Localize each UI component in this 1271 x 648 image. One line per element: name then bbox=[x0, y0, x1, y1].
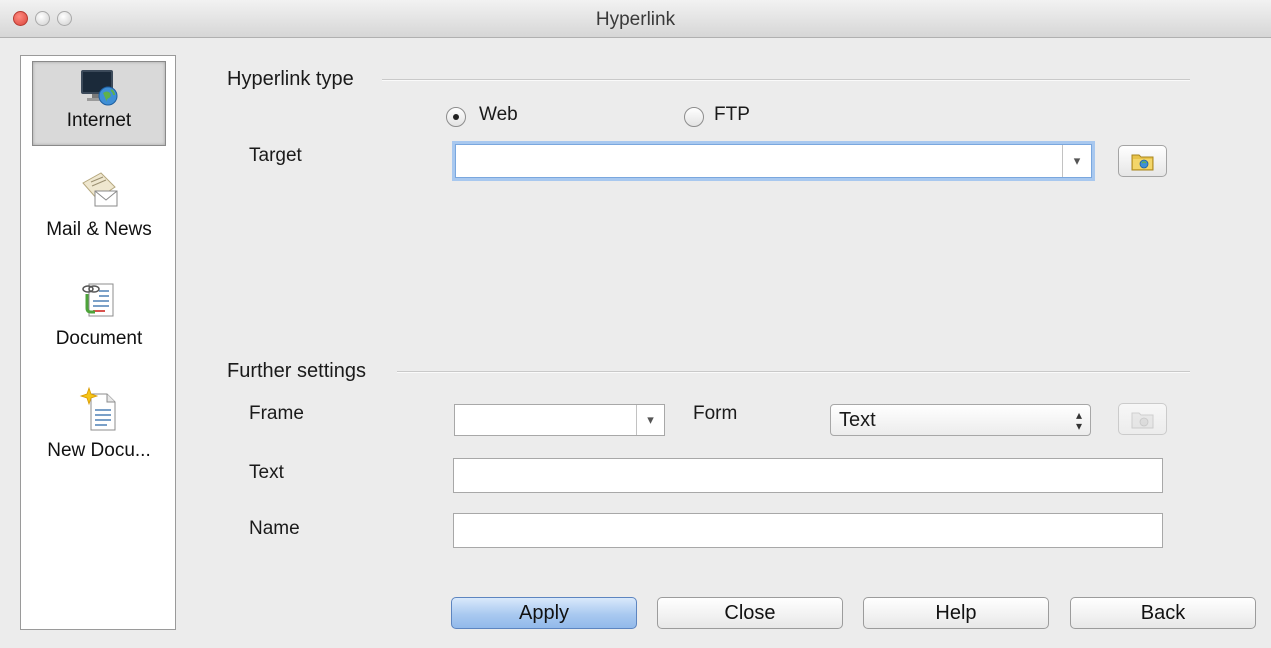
form-select[interactable]: Text ▴ ▾ bbox=[830, 404, 1091, 436]
target-dropdown-arrow[interactable]: ▾ bbox=[1062, 145, 1091, 177]
new-document-icon bbox=[79, 386, 116, 431]
form-browse-button[interactable] bbox=[1118, 403, 1167, 435]
frame-dropdown-arrow[interactable]: ▾ bbox=[636, 405, 664, 435]
target-label: Target bbox=[249, 145, 302, 166]
window-title: Hyperlink bbox=[595, 9, 676, 30]
document-link-icon bbox=[82, 283, 114, 317]
web-radio-label: Web bbox=[479, 104, 518, 125]
hyperlink-type-heading: Hyperlink type bbox=[227, 68, 354, 90]
target-url-input[interactable] bbox=[455, 144, 1092, 178]
hyperlink-dialog: Hyperlink Internet Mail & News Document … bbox=[0, 0, 1271, 648]
web-radio[interactable] bbox=[446, 107, 466, 127]
ftp-radio-label: FTP bbox=[714, 104, 750, 125]
further-settings-heading: Further settings bbox=[227, 360, 366, 382]
browse-web-button[interactable] bbox=[1118, 145, 1167, 177]
frame-label: Frame bbox=[249, 403, 304, 424]
folder-globe-icon bbox=[1131, 154, 1154, 171]
text-input[interactable] bbox=[453, 458, 1163, 493]
name-label: Name bbox=[249, 518, 300, 539]
frame-input[interactable] bbox=[454, 404, 665, 436]
text-label: Text bbox=[249, 462, 284, 483]
close-button[interactable]: Close bbox=[657, 597, 843, 629]
hyperlink-category-sidebar: Internet Mail & News Document New Docu..… bbox=[20, 55, 176, 630]
sidebar-item-label: Mail & News bbox=[46, 219, 152, 240]
folder-globe-icon bbox=[1131, 412, 1154, 429]
form-select-value: Text bbox=[839, 409, 876, 431]
section-divider bbox=[397, 371, 1190, 373]
name-input[interactable] bbox=[453, 513, 1163, 548]
sidebar-item-internet[interactable]: Internet bbox=[32, 61, 166, 146]
sidebar-item-label: Document bbox=[55, 328, 143, 349]
sidebar-item-new-document[interactable]: New Docu... bbox=[32, 386, 166, 466]
sidebar-item-label: New Docu... bbox=[47, 440, 151, 461]
ftp-radio[interactable] bbox=[684, 107, 704, 127]
apply-button[interactable]: Apply bbox=[451, 597, 637, 629]
help-button[interactable]: Help bbox=[863, 597, 1049, 629]
title-bar: Hyperlink bbox=[0, 0, 1271, 38]
sidebar-item-document[interactable]: Document bbox=[32, 278, 166, 358]
up-down-arrows-icon: ▴ ▾ bbox=[1075, 408, 1082, 433]
sidebar-item-label: Internet bbox=[66, 110, 132, 131]
sidebar-item-mail-news[interactable]: Mail & News bbox=[32, 169, 166, 249]
form-label: Form bbox=[693, 403, 738, 424]
section-divider bbox=[382, 79, 1190, 81]
mail-envelope-icon bbox=[82, 172, 118, 207]
internet-globe-icon bbox=[81, 70, 118, 106]
back-button[interactable]: Back bbox=[1070, 597, 1256, 629]
